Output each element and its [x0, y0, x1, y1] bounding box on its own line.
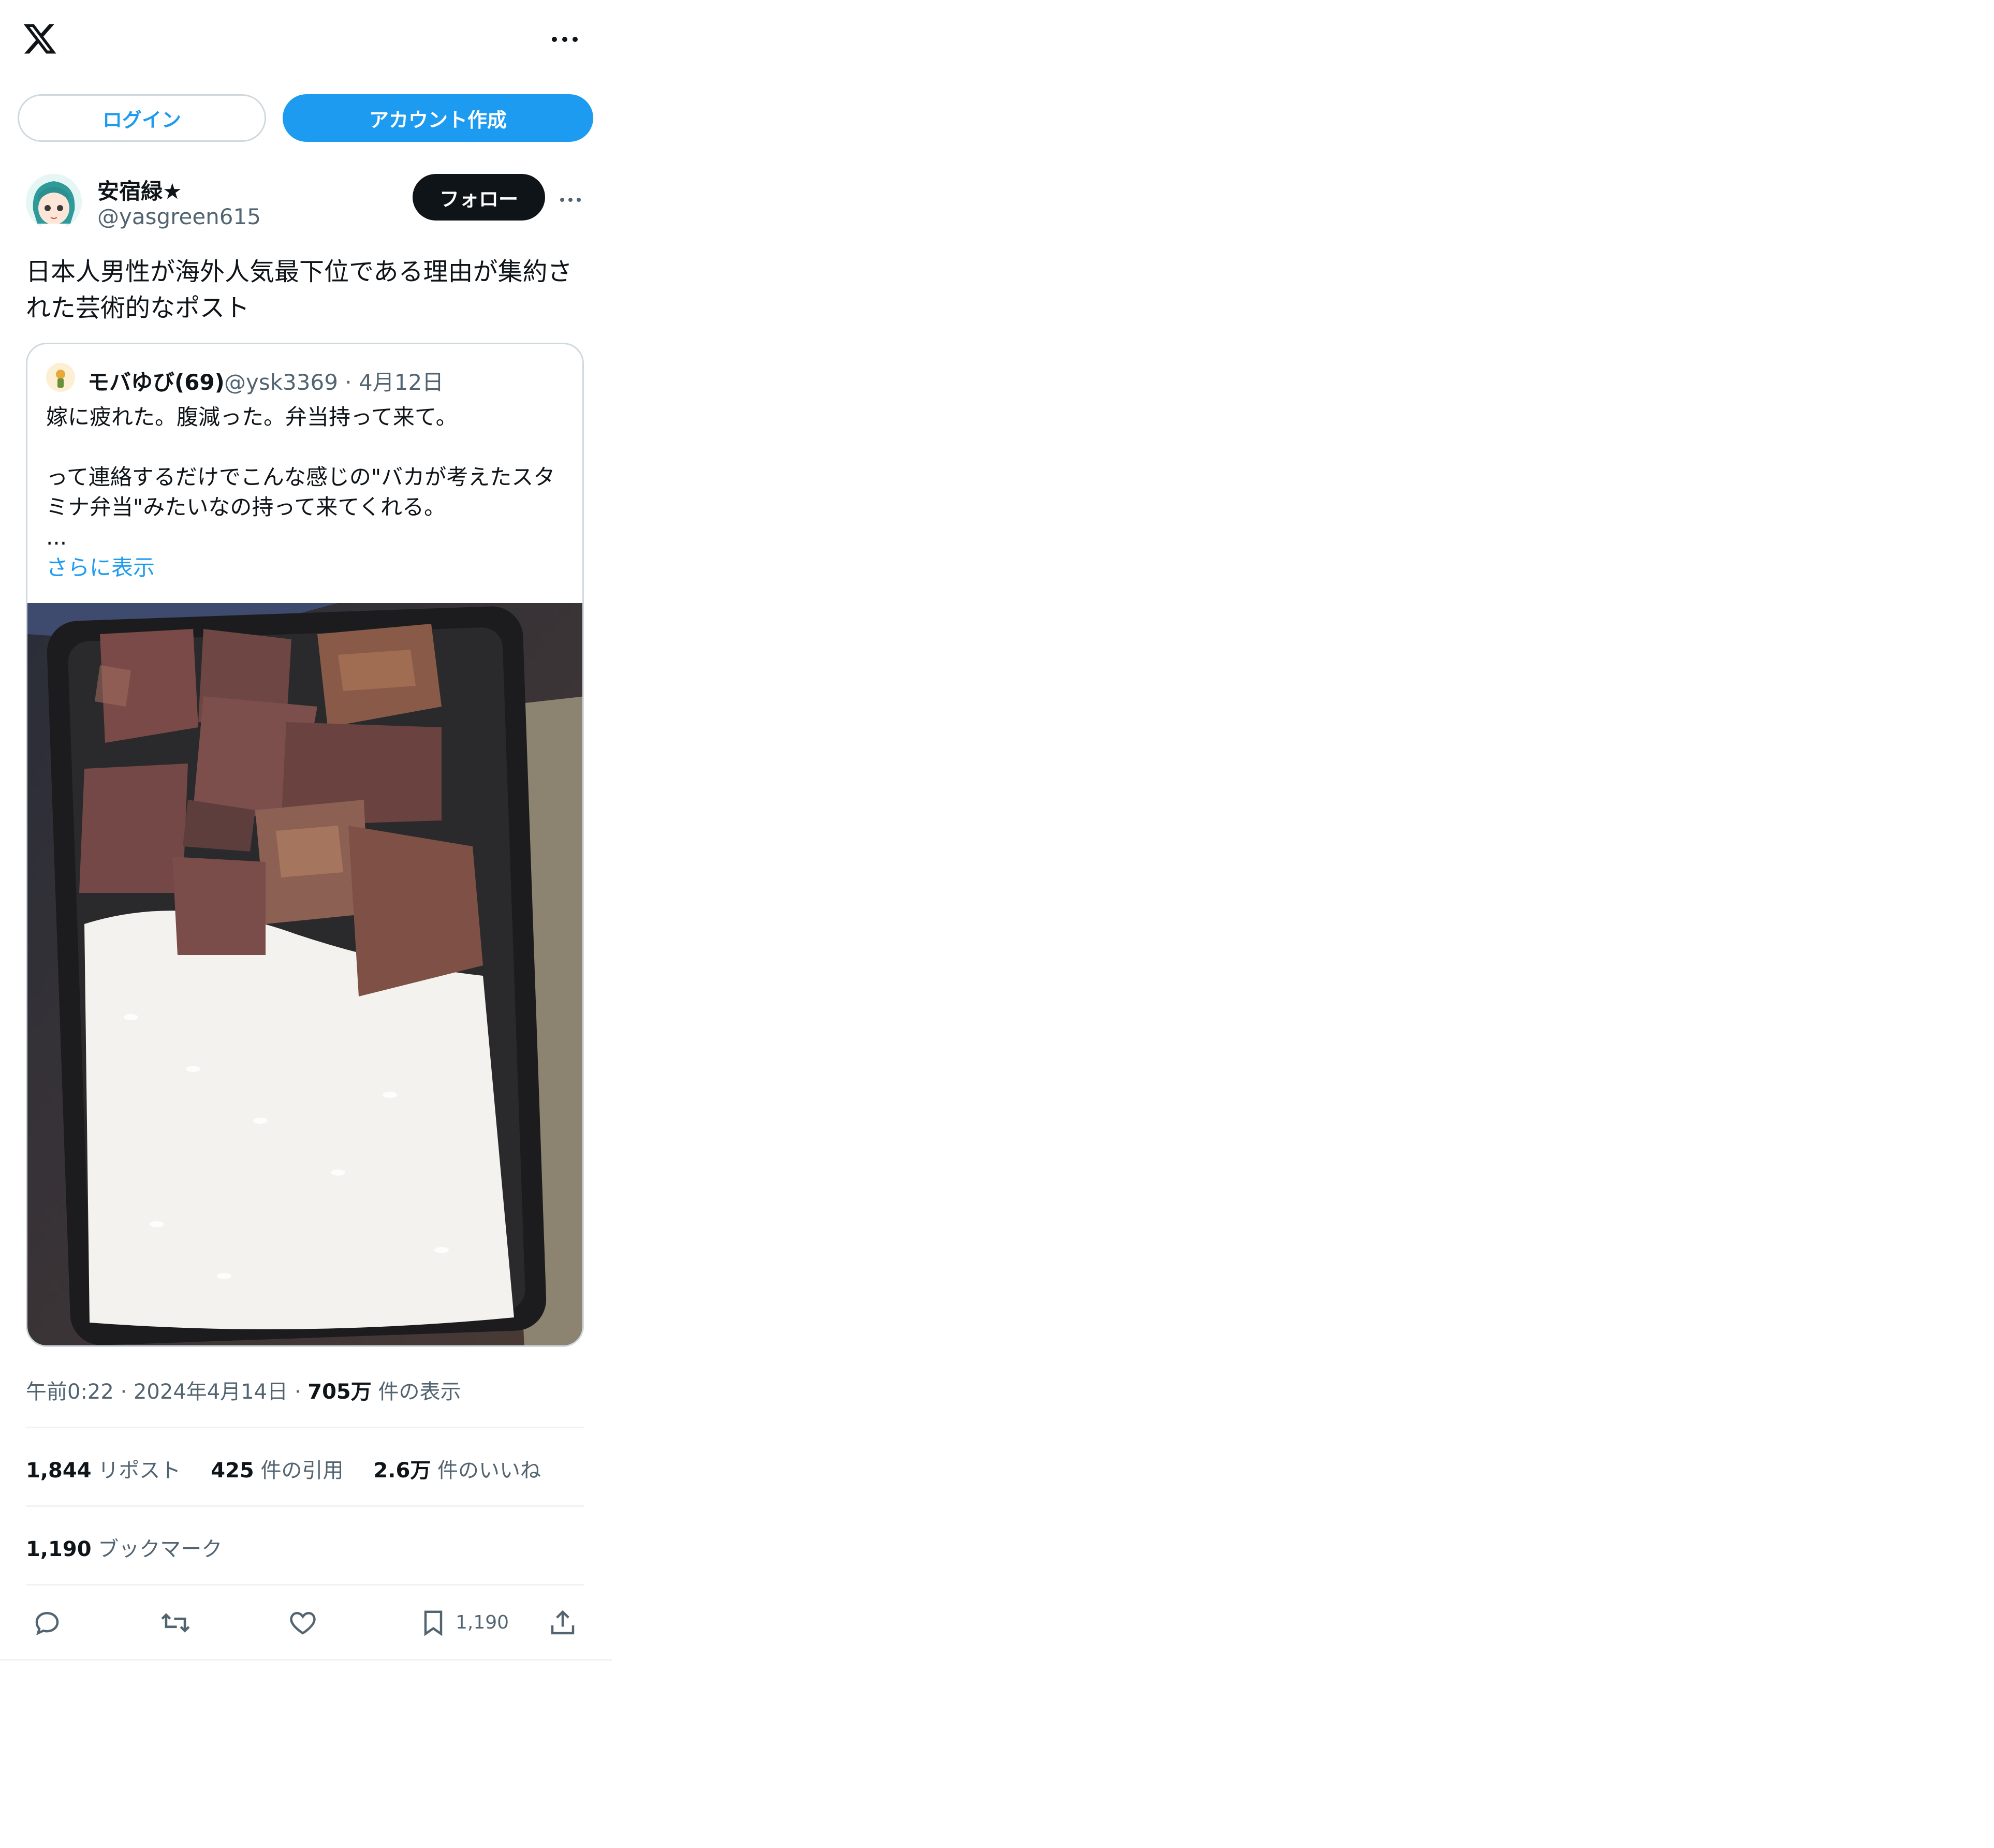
follow-button[interactable]: フォロー [413, 174, 545, 221]
post-meta: 午前0:22 · 2024年4月14日 · 705万 件の表示 [26, 1375, 461, 1405]
action-bar: 1,190 [26, 1605, 584, 1641]
repost-icon[interactable] [157, 1605, 194, 1641]
share-icon[interactable] [545, 1605, 581, 1641]
quotes-count: 425 [211, 1459, 254, 1483]
engagement-stats: 1,844 リポスト 425 件の引用 2.6万 件のいいね [26, 1454, 541, 1484]
likes-stat[interactable]: 2.6万 件のいいね [373, 1454, 541, 1484]
post-more-icon[interactable] [559, 190, 582, 203]
avatar[interactable] [26, 174, 82, 230]
quotes-label: 件の引用 [254, 1459, 344, 1483]
views-label: 件の表示 [371, 1380, 461, 1404]
tweet-page: ログイン アカウント作成 安宿緑★󠄀󠄀󠄀 @yasgreen615 フォロー 日… [0, 0, 612, 1661]
login-button[interactable]: ログイン [18, 94, 266, 142]
quoted-post[interactable]: モバゆび(69) @ysk3369 · 4月12日 嫁に疲れた。腹減った。弁当持… [26, 343, 584, 1347]
bookmarks-count: 1,190 [26, 1537, 92, 1561]
post-text: 日本人男性が海外人気最下位である理由が集約された芸術的なポスト [26, 257, 573, 322]
post-timestamp[interactable]: 午前0:22 · 2024年4月14日 · [26, 1380, 307, 1404]
show-more-link[interactable]: さらに表示 [46, 550, 155, 582]
author-name[interactable]: 安宿緑★󠄀󠄀󠄀 [97, 174, 182, 206]
bookmarks-stat[interactable]: 1,190 ブックマーク [26, 1532, 222, 1562]
views-count: 705万 [307, 1380, 372, 1404]
reposts-label: リポスト [91, 1459, 181, 1483]
reply-icon[interactable] [29, 1605, 65, 1641]
reposts-count: 1,844 [26, 1459, 92, 1483]
bookmark-icon[interactable] [415, 1605, 451, 1641]
quotes-stat[interactable]: 425 件の引用 [211, 1454, 343, 1484]
signup-button[interactable]: アカウント作成 [283, 94, 593, 142]
quote-handle-date: @ysk3369 · 4月12日 [224, 370, 444, 395]
quote-avatar [46, 363, 75, 392]
author-handle[interactable]: @yasgreen615 [97, 204, 261, 229]
divider [26, 1584, 584, 1586]
bookmarks-label: ブックマーク [91, 1537, 223, 1561]
more-horizontal-icon[interactable] [550, 30, 579, 48]
bookmark-count: 1,190 [456, 1612, 509, 1633]
divider [26, 1427, 584, 1428]
x-logo-icon[interactable] [22, 21, 58, 57]
heart-icon[interactable] [285, 1605, 321, 1641]
bento-photo[interactable] [27, 603, 582, 1345]
likes-label: 件のいいね [431, 1459, 541, 1483]
quote-text: 嫁に疲れた。腹減った。弁当持って来て。 って連絡するだけでこんな感じの"バカが考… [46, 404, 555, 550]
reposts-stat[interactable]: 1,844 リポスト [26, 1454, 181, 1484]
divider [26, 1505, 584, 1507]
likes-count: 2.6万 [373, 1459, 431, 1483]
quote-author-name: モバゆび(69) [87, 370, 225, 395]
